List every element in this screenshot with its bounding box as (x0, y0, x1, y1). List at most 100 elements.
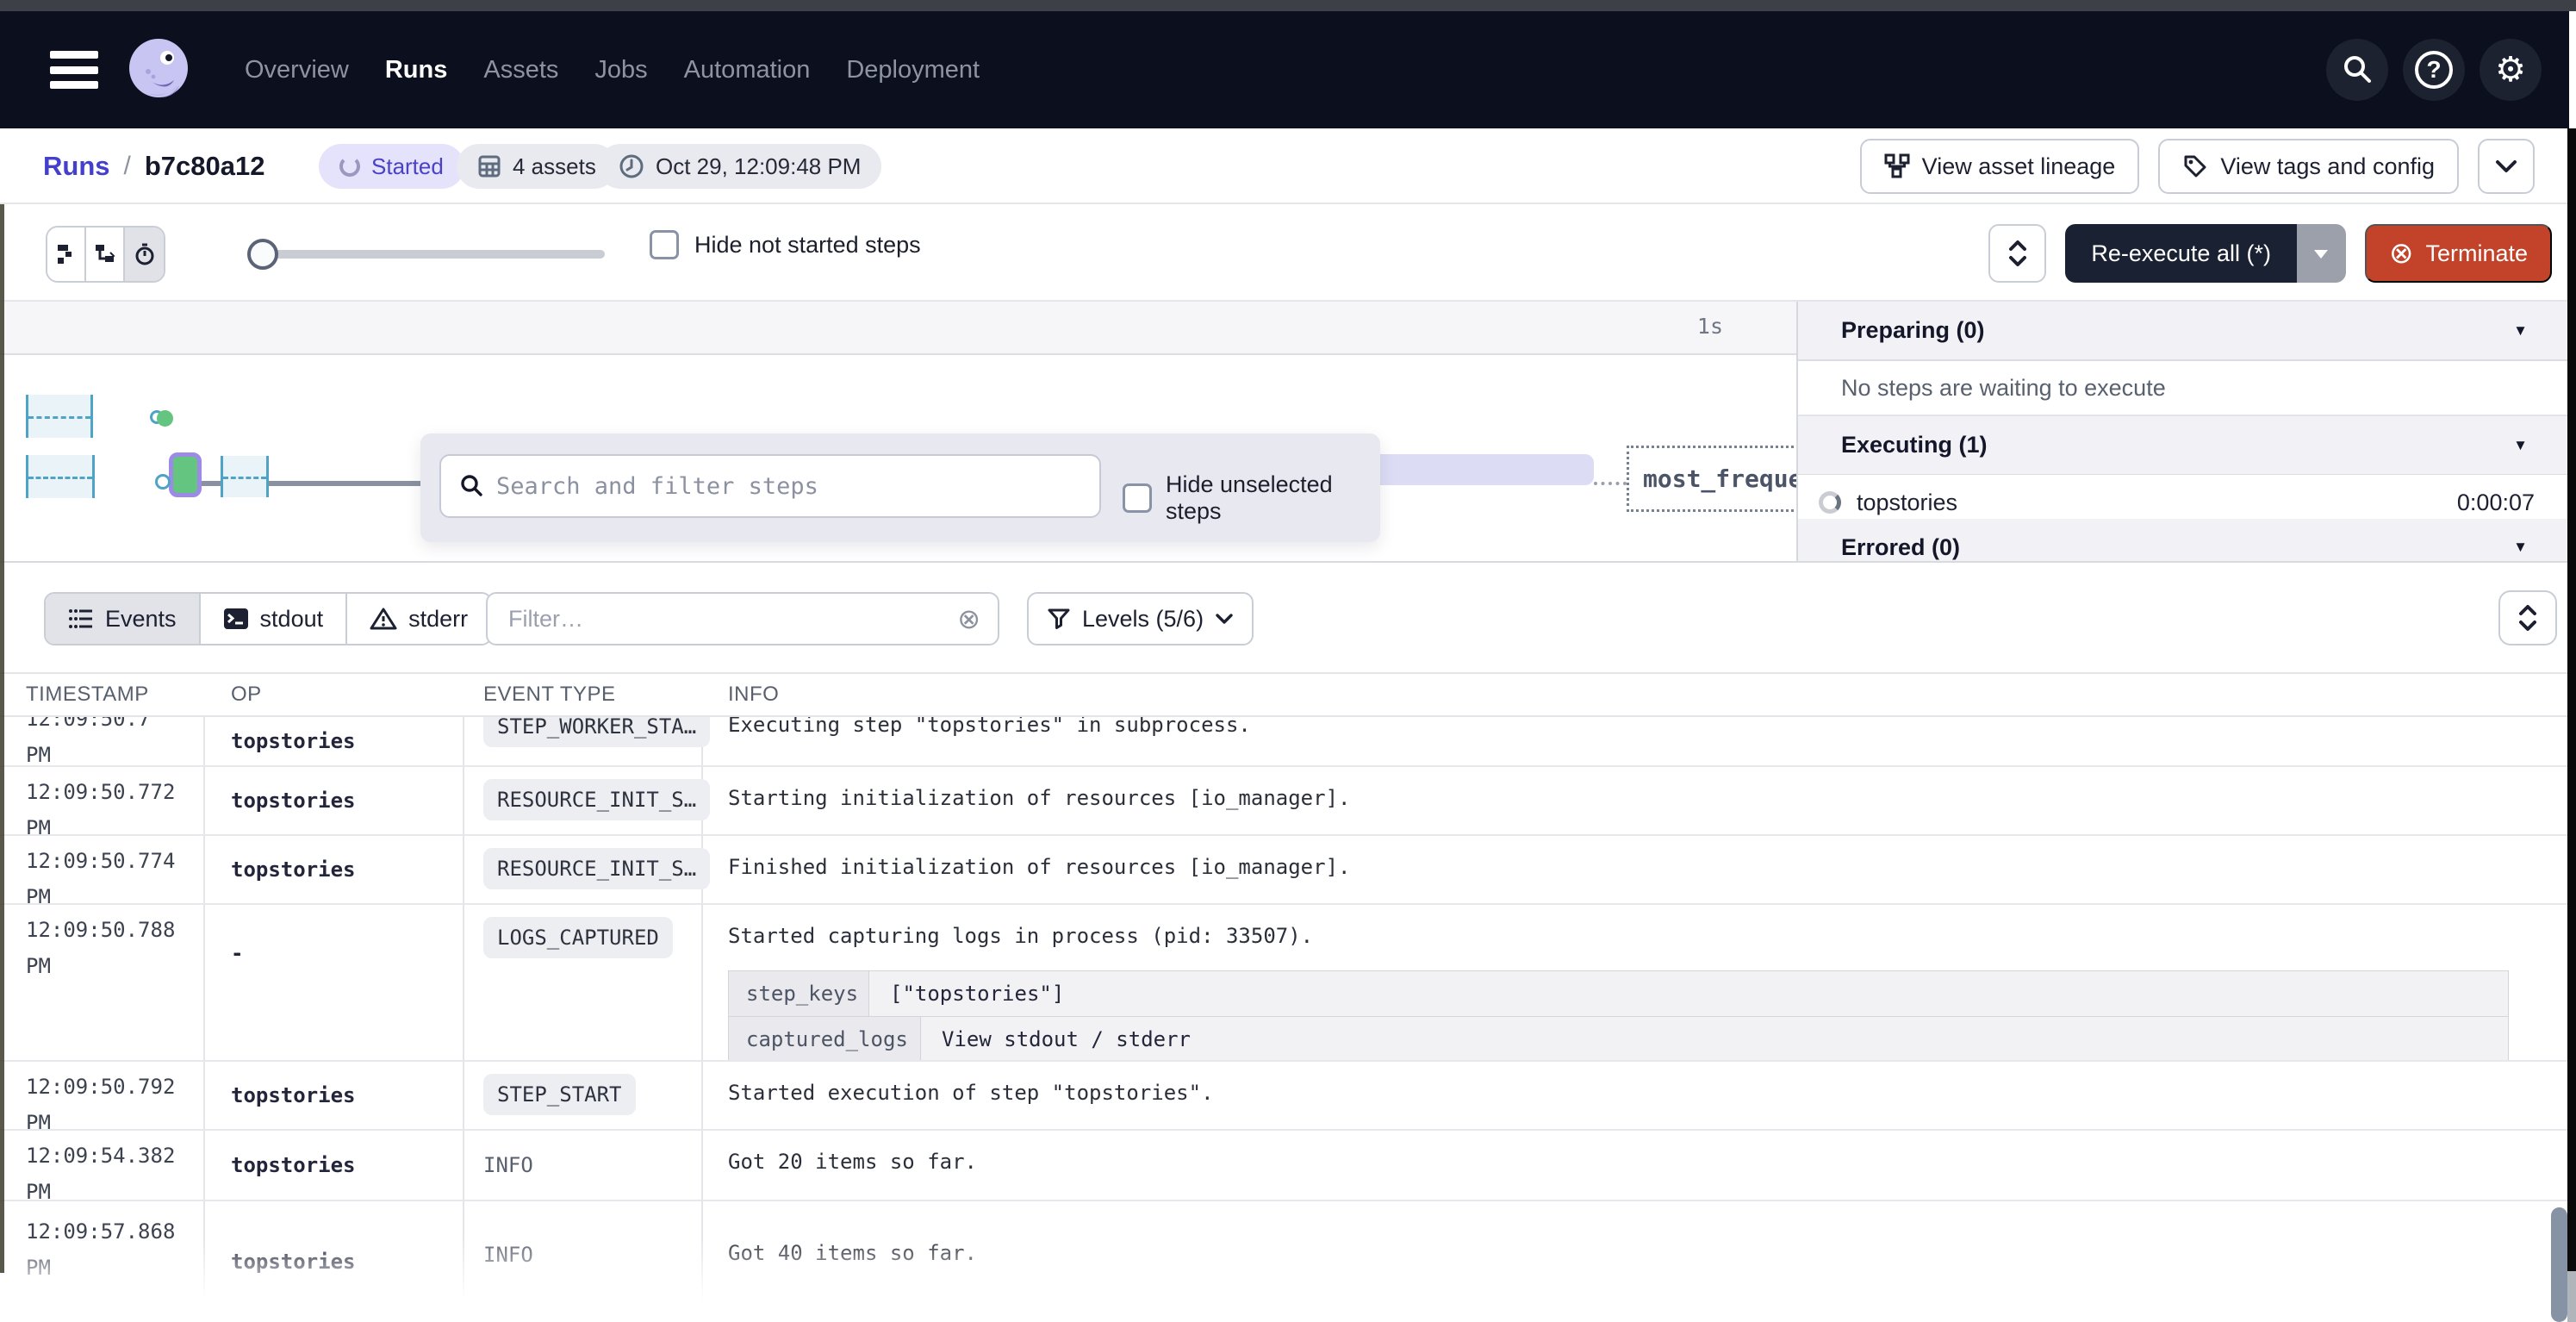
gantt-step-notstarted-1[interactable] (26, 395, 93, 438)
metadata-value: ["topstories"] (869, 971, 2508, 1016)
dagster-logo-icon[interactable] (122, 34, 195, 106)
hide-unselected-checkbox[interactable] (1123, 483, 1152, 513)
event-type-badge: RESOURCE_INIT_S… (483, 779, 710, 820)
executing-section-header[interactable]: Executing (1)▼ (1798, 416, 2569, 476)
gantt-step-notstarted-3[interactable] (221, 456, 269, 497)
vertical-scrollbar-thumb[interactable] (2551, 1207, 2567, 1322)
gear-icon: ⚙ (2495, 53, 2526, 87)
expand-log-panel-button[interactable] (2498, 590, 2557, 645)
tab-events[interactable]: Events (46, 594, 201, 644)
breadcrumb-runs-link[interactable]: Runs (43, 151, 110, 182)
event-type-badge: STEP_WORKER_STA… (483, 717, 710, 747)
nav-item-deployment[interactable]: Deployment (846, 56, 980, 84)
hide-not-started-checkbox[interactable] (650, 230, 679, 259)
hide-not-started-toggle: Hide not started steps (650, 230, 921, 259)
nav-edge-gap (2569, 11, 2576, 128)
tag-icon (2182, 153, 2208, 179)
column-header-op[interactable]: OP (205, 683, 464, 707)
errored-section-header[interactable]: Errored (0)▼ (1798, 519, 2569, 561)
help-icon: ? (2415, 51, 2453, 89)
waterfall-view-icon (93, 242, 117, 266)
gantt-connector-node-left (155, 474, 171, 490)
table-row[interactable]: 12:09:50.788PM - LOGS_CAPTURED Started c… (0, 905, 2576, 1062)
event-log-table: TIMESTAMP OP EVENT TYPE INFO 12:09:50.7P… (0, 672, 2576, 1322)
window-right-edge-bottom (2567, 1271, 2576, 1322)
warning-triangle-icon (370, 607, 397, 631)
hide-unselected-label: Hide unselected steps (1166, 471, 1380, 525)
time-tick-label: 1s (1697, 314, 1723, 339)
table-row[interactable]: 12:09:50.774PM topstories RESOURCE_INIT_… (0, 836, 2576, 905)
run-header-actions: View asset lineage View tags and config (1860, 139, 2535, 194)
chevron-down-icon (2495, 159, 2517, 173)
tab-stderr[interactable]: stderr (347, 594, 490, 644)
nav-item-overview[interactable]: Overview (245, 56, 349, 84)
gantt-step-notstarted-2[interactable] (26, 455, 95, 498)
step-name: topstories (1857, 490, 2442, 516)
zoom-slider-track[interactable] (263, 250, 605, 259)
funnel-icon (1048, 608, 1070, 630)
nav-item-assets[interactable]: Assets (483, 56, 558, 84)
reexecute-all-button[interactable]: Re-execute all (*) (2065, 224, 2297, 283)
table-row[interactable]: 12:09:50.7PM topstories STEP_WORKER_STA…… (0, 717, 2576, 767)
run-id: b7c80a12 (145, 151, 265, 182)
waterfall-view-button[interactable] (86, 228, 125, 281)
search-icon (458, 473, 484, 499)
table-row[interactable]: 12:09:57.868PM topstories INFO Got 40 it… (0, 1201, 2576, 1322)
circle-x-icon: ⊗ (2389, 239, 2414, 268)
preparing-section-header[interactable]: Preparing (0)▼ (1798, 302, 2569, 361)
event-type-label: INFO (483, 1243, 533, 1267)
step-search-box (439, 454, 1101, 518)
step-search-input[interactable] (496, 473, 1082, 500)
chevrons-up-down-icon (2007, 239, 2028, 268)
captured-logs-link[interactable]: View stdout / stderr (921, 1017, 2508, 1062)
view-tags-config-button[interactable]: View tags and config (2158, 139, 2459, 194)
table-row[interactable]: 12:09:50.772PM topstories RESOURCE_INIT_… (0, 767, 2576, 836)
gantt-step-topstories-bar[interactable] (169, 452, 202, 497)
flat-view-button[interactable] (47, 228, 86, 281)
nav-item-runs[interactable]: Runs (385, 56, 448, 84)
chevron-down-icon (1216, 614, 1233, 625)
column-header-timestamp[interactable]: TIMESTAMP (0, 683, 205, 707)
log-filter-input[interactable] (508, 606, 947, 633)
panel-resize-button[interactable] (1988, 224, 2046, 283)
table-row[interactable]: 12:09:50.792PM topstories STEP_START Sta… (0, 1062, 2576, 1131)
gantt-toolbar: Hide not started steps Re-execute all (*… (0, 206, 2576, 302)
column-header-info[interactable]: INFO (703, 683, 2576, 707)
settings-button[interactable]: ⚙ (2480, 39, 2542, 101)
top-nav: Overview Runs Assets Jobs Automation Dep… (0, 11, 2569, 128)
assets-grid-icon (477, 154, 501, 178)
status-badge[interactable]: Started (319, 144, 464, 189)
column-header-event-type[interactable]: EVENT TYPE (464, 683, 703, 707)
levels-dropdown[interactable]: Levels (5/6) (1027, 592, 1254, 645)
nav-item-jobs[interactable]: Jobs (594, 56, 647, 84)
hamburger-menu-icon[interactable] (50, 51, 98, 89)
help-button[interactable]: ? (2403, 39, 2465, 101)
metadata-key: step_keys (729, 971, 869, 1016)
gantt-view-mode-switcher (46, 226, 165, 283)
assets-badge[interactable]: 4 assets (457, 144, 617, 189)
caret-down-icon: ▼ (2513, 539, 2528, 556)
terminate-button[interactable]: ⊗ Terminate (2365, 224, 2552, 283)
run-more-actions-button[interactable] (2478, 139, 2535, 194)
dagster-run-page: Overview Runs Assets Jobs Automation Dep… (0, 0, 2576, 1322)
event-table-header: TIMESTAMP OP EVENT TYPE INFO (0, 672, 2576, 717)
tab-stdout[interactable]: stdout (201, 594, 348, 644)
hide-not-started-label: Hide not started steps (694, 232, 921, 259)
clear-filter-icon[interactable]: ⊗ (957, 602, 980, 635)
breadcrumb: Runs / b7c80a12 (43, 128, 264, 204)
search-button[interactable] (2326, 39, 2388, 101)
breadcrumb-separator: / (124, 152, 131, 181)
view-asset-lineage-button[interactable]: View asset lineage (1860, 139, 2140, 194)
table-row[interactable]: 12:09:54.382PM topstories INFO Got 20 it… (0, 1131, 2576, 1201)
timed-view-button[interactable] (125, 228, 164, 281)
event-list-icon (68, 608, 94, 630)
nav-links: Overview Runs Assets Jobs Automation Dep… (245, 56, 980, 84)
zoom-slider-knob[interactable] (247, 239, 278, 270)
reexecute-dropdown-button[interactable] (2297, 224, 2346, 283)
run-header: Runs / b7c80a12 Started 4 assets Oct 29,… (0, 128, 2576, 204)
event-log-section: Events stdout stderr ⊗ Levels (5/6) (0, 561, 2576, 1322)
gantt-step-most-frequent[interactable]: most_frequent (1627, 446, 1796, 512)
gantt-step-dot[interactable] (157, 410, 173, 427)
desktop-edge-sliver (0, 204, 4, 1273)
nav-item-automation[interactable]: Automation (684, 56, 811, 84)
